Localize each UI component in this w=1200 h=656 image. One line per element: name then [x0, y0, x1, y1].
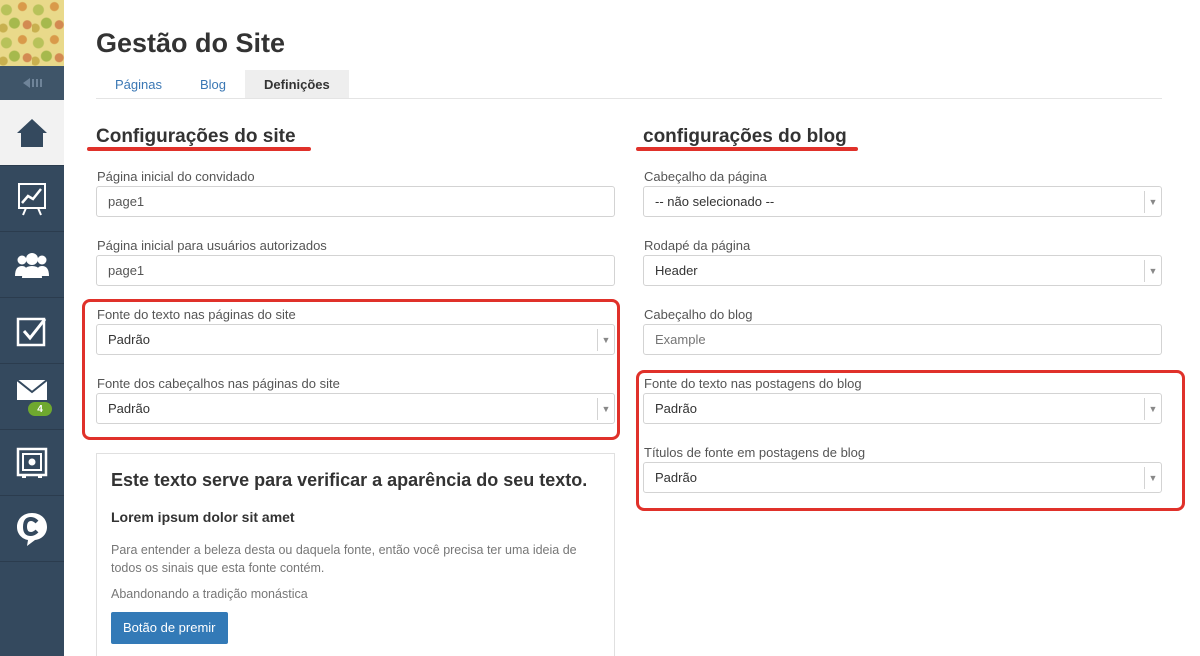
mail-icon — [16, 378, 48, 400]
post-title-font-select[interactable]: Padrão ▼ — [643, 462, 1162, 493]
chevron-down-icon: ▼ — [1144, 398, 1161, 420]
preview-button[interactable]: Botão de premir — [111, 612, 228, 644]
chevron-down-icon: ▼ — [1144, 467, 1161, 489]
users-icon — [15, 252, 49, 278]
page-header-select[interactable]: -- não selecionado -- ▼ — [643, 186, 1162, 217]
chart-icon — [18, 182, 46, 215]
collapse-toggle[interactable] — [0, 66, 64, 100]
chevron-down-icon: ▼ — [597, 329, 614, 351]
page-footer-value: Header — [655, 263, 698, 278]
tab-bar: Páginas Blog Definições — [96, 70, 349, 98]
heading-font-value: Padrão — [108, 401, 150, 416]
tab-settings[interactable]: Definições — [245, 70, 349, 98]
text-font-select[interactable]: Padrão ▼ — [96, 324, 615, 355]
blog-header-label: Cabeçalho do blog — [644, 307, 753, 322]
preview-paragraph: Para entender a beleza desta ou daquela … — [111, 543, 577, 575]
page-footer-select[interactable]: Header ▼ — [643, 255, 1162, 286]
collapse-icon — [23, 78, 42, 88]
page-title: Gestão do Site — [96, 28, 286, 58]
blog-settings-heading: configurações do blog — [643, 126, 847, 147]
preview-title: Este texto serve para verificar a aparên… — [111, 470, 588, 490]
auth-home-label: Página inicial para usuários autorizados — [97, 238, 327, 253]
sidebar-item-statistics[interactable] — [0, 166, 64, 232]
heading-font-label: Fonte dos cabeçalhos nas páginas do site — [97, 376, 340, 391]
tab-pages[interactable]: Páginas — [96, 70, 181, 98]
font-preview-card: Este texto serve para verificar a aparên… — [96, 453, 615, 656]
tab-blog[interactable]: Blog — [181, 70, 245, 98]
text-font-label: Fonte do texto nas páginas do site — [97, 307, 296, 322]
chevron-down-icon: ▼ — [1144, 260, 1161, 282]
sidebar-item-mail[interactable]: 4 — [0, 364, 64, 430]
chevron-down-icon: ▼ — [597, 398, 614, 420]
page-header-value: -- não selecionado -- — [655, 194, 775, 209]
post-font-label: Fonte do texto nas postagens do blog — [644, 376, 862, 391]
highlight-underline — [636, 147, 858, 151]
auth-home-input[interactable] — [96, 255, 615, 286]
sidebar-item-storage[interactable] — [0, 430, 64, 496]
page-header-label: Cabeçalho da página — [644, 169, 767, 184]
text-font-value: Padrão — [108, 332, 150, 347]
post-title-font-label: Títulos de fonte em postagens de blog — [644, 445, 866, 460]
sidebar-item-tasks[interactable] — [0, 298, 64, 364]
chevron-down-icon: ▼ — [1144, 191, 1161, 213]
post-title-font-value: Padrão — [655, 470, 697, 485]
post-font-value: Padrão — [655, 401, 697, 416]
tab-divider — [96, 98, 1162, 99]
checkbox-icon — [16, 317, 47, 346]
sidebar-item-users[interactable] — [0, 232, 64, 298]
site-settings-heading: Configurações do site — [96, 126, 296, 147]
page-footer-label: Rodapé da página — [644, 238, 751, 253]
home-icon — [17, 118, 47, 147]
blog-header-input[interactable] — [643, 324, 1162, 355]
heading-font-select[interactable]: Padrão ▼ — [96, 393, 615, 424]
guest-home-input[interactable] — [96, 186, 615, 217]
mail-badge: 4 — [26, 400, 54, 418]
guest-home-label: Página inicial do convidado — [97, 169, 255, 184]
sidebar: 4 — [0, 0, 64, 656]
chat-icon — [17, 512, 47, 546]
sidebar-item-home[interactable] — [0, 100, 64, 166]
highlight-underline — [87, 147, 311, 151]
sidebar-item-chat[interactable] — [0, 496, 64, 562]
safe-icon — [16, 447, 48, 478]
post-font-select[interactable]: Padrão ▼ — [643, 393, 1162, 424]
preview-paragraph-2: Abandonando a tradição monástica — [111, 587, 308, 601]
preview-subtitle: Lorem ipsum dolor sit amet — [111, 509, 295, 525]
logo[interactable] — [0, 0, 64, 66]
